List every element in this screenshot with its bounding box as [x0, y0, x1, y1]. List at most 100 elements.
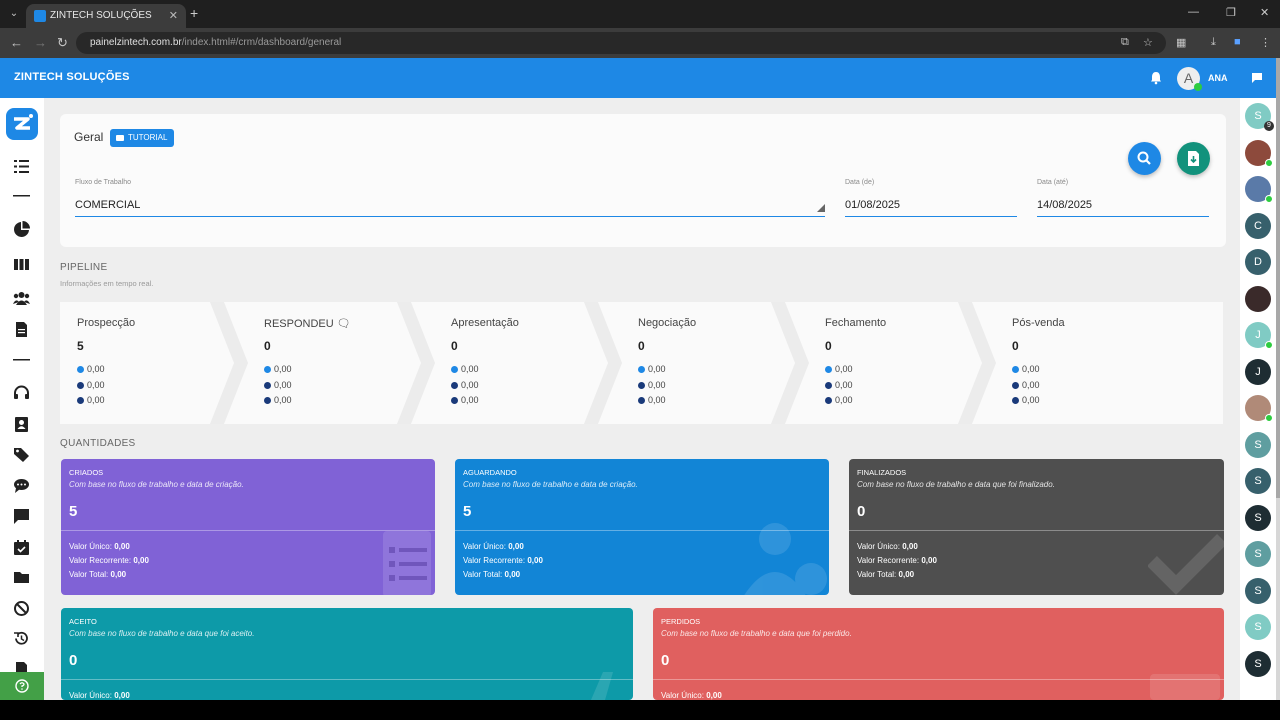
- stage-value: 0,00: [1022, 364, 1040, 374]
- contact-avatar[interactable]: S: [1245, 541, 1271, 567]
- document-icon[interactable]: [13, 321, 30, 338]
- tab-close-icon[interactable]: ✕: [169, 4, 178, 28]
- translate-icon[interactable]: ▦: [1176, 36, 1186, 49]
- contacts-sidebar: S9CDJJSSSSSSS: [1240, 98, 1276, 700]
- workflow-select[interactable]: COMERCIAL: [75, 199, 140, 211]
- tags-icon[interactable]: [13, 446, 30, 463]
- contact-avatar[interactable]: S: [1245, 614, 1271, 640]
- contact-avatar[interactable]: [1245, 395, 1273, 422]
- stage-value-row: 0,00: [264, 395, 292, 405]
- app-logo[interactable]: [6, 108, 38, 140]
- pie-chart-icon[interactable]: [13, 221, 30, 238]
- chat-icon[interactable]: [1251, 72, 1263, 84]
- contact-avatar[interactable]: S: [1245, 504, 1271, 531]
- tasks-icon[interactable]: [13, 158, 30, 175]
- user-name[interactable]: ANA: [1208, 73, 1228, 83]
- stage-count: 0: [1012, 339, 1019, 353]
- status-dot: [264, 381, 271, 389]
- kanban-icon[interactable]: [13, 256, 30, 273]
- minimize-icon[interactable]: —: [1188, 6, 1199, 18]
- message-icon[interactable]: [13, 508, 30, 525]
- value-amount: 0,00: [921, 556, 937, 565]
- install-icon[interactable]: ⧉: [1121, 36, 1129, 49]
- status-dot: [451, 366, 458, 373]
- thumbs-up-icon: [591, 672, 613, 700]
- card-title: CRIADOS: [69, 468, 104, 477]
- page-scrollbar[interactable]: [1276, 58, 1280, 700]
- contact-avatar[interactable]: S9: [1245, 103, 1274, 131]
- bell-icon[interactable]: [1149, 71, 1163, 85]
- quantity-card-perdidos[interactable]: PERDIDOS Com base no fluxo de trabalho e …: [653, 608, 1224, 700]
- pipeline-stage[interactable]: Pós-venda 0 0,00 0,00 0,00: [995, 302, 1182, 424]
- stage-value-row: 0,00: [638, 380, 666, 390]
- help-button[interactable]: [0, 672, 44, 700]
- card-value-row: Valor Recorrente: 0,00: [69, 556, 149, 565]
- page-title: Geral: [74, 130, 104, 144]
- history-icon[interactable]: [13, 630, 30, 647]
- app-root: ZINTECH SOLUÇÕES A ANA S9CDJJSSSSSSS Ger…: [0, 58, 1276, 700]
- stage-value-row: 0,00: [1012, 364, 1040, 374]
- comments-icon[interactable]: [13, 477, 30, 494]
- quantity-card-aceito[interactable]: ACEITO Com base no fluxo de trabalho e da…: [61, 608, 633, 700]
- contact-avatar[interactable]: S: [1245, 468, 1271, 494]
- card-title: ACEITO: [69, 617, 97, 626]
- users-icon[interactable]: [13, 290, 30, 307]
- folder-icon[interactable]: [13, 569, 30, 586]
- scrollbar-thumb[interactable]: [1276, 58, 1280, 498]
- browser-menu-icon[interactable]: ⋮: [1260, 36, 1271, 49]
- headset-icon[interactable]: [13, 385, 30, 402]
- close-window-icon[interactable]: ✕: [1260, 6, 1269, 19]
- quantity-card-criados[interactable]: CRIADOS Com base no fluxo de trabalho e d…: [61, 459, 435, 595]
- online-indicator: [1265, 195, 1273, 203]
- search-button[interactable]: [1128, 142, 1161, 175]
- contact-avatar[interactable]: J: [1245, 358, 1271, 385]
- card-count: 0: [661, 652, 670, 669]
- contact-avatar[interactable]: [1245, 176, 1273, 203]
- stage-chevron: [210, 302, 248, 424]
- export-button[interactable]: [1177, 142, 1210, 175]
- new-tab-icon[interactable]: +: [190, 5, 198, 21]
- contact-avatar[interactable]: S: [1245, 577, 1271, 604]
- stage-value: 0,00: [461, 364, 479, 374]
- contact-avatar[interactable]: S: [1245, 650, 1271, 677]
- browser-tab[interactable]: ZINTECH SOLUÇÕES ✕: [26, 4, 186, 28]
- quantities-title: QUANTIDADES: [60, 438, 136, 449]
- contact-avatar[interactable]: [1245, 139, 1273, 167]
- stage-value-row: 0,00: [638, 395, 666, 405]
- tab-search-icon[interactable]: ⌄: [6, 6, 22, 22]
- contact-avatar[interactable]: J: [1245, 322, 1273, 349]
- contact-initial: S: [1254, 475, 1262, 487]
- back-icon[interactable]: ←: [10, 35, 23, 50]
- value-amount: 0,00: [110, 570, 127, 579]
- date-from-input[interactable]: 01/08/2025: [845, 199, 900, 211]
- stage-name: Prospecção: [77, 317, 136, 329]
- tutorial-button[interactable]: TUTORIAL: [110, 129, 175, 147]
- card-title: PERDIDOS: [661, 617, 701, 626]
- quantity-card-finalizados[interactable]: FINALIZADOS Com base no fluxo de trabalho…: [849, 459, 1224, 595]
- reload-icon[interactable]: ↻: [57, 35, 68, 51]
- contact-avatar[interactable]: C: [1245, 212, 1271, 239]
- date-to-input[interactable]: 14/08/2025: [1037, 199, 1092, 211]
- forward-icon[interactable]: →: [34, 35, 47, 50]
- extension-icon[interactable]: ■: [1234, 36, 1241, 48]
- url-input[interactable]: painelzintech.com.br/index.html#/crm/das…: [76, 32, 1166, 54]
- bookmark-icon[interactable]: ☆: [1143, 36, 1153, 49]
- status-dot: [1012, 397, 1019, 404]
- contact-avatar[interactable]: S: [1245, 431, 1271, 458]
- stage-value-row: 0,00: [1012, 395, 1040, 405]
- dropdown-arrow-icon[interactable]: [817, 204, 825, 212]
- maximize-icon[interactable]: ❐: [1226, 6, 1236, 19]
- contact-avatar[interactable]: D: [1245, 249, 1271, 275]
- stage-value-row: 0,00: [264, 380, 292, 390]
- stage-count: 0: [451, 339, 458, 353]
- block-icon[interactable]: [13, 600, 30, 617]
- card-subtitle: Com base no fluxo de trabalho e data que…: [661, 629, 852, 638]
- contact-avatar[interactable]: [1245, 285, 1271, 312]
- contacts-icon[interactable]: [13, 416, 30, 433]
- quantity-card-aguardando[interactable]: AGUARDANDO Com base no fluxo de trabalho …: [455, 459, 829, 595]
- calendar-check-icon[interactable]: [13, 539, 30, 556]
- download-icon[interactable]: ⤓: [1211, 36, 1216, 49]
- stage-value: 0,00: [461, 379, 479, 390]
- status-dot: [77, 366, 84, 373]
- value-label: Valor Único:: [857, 542, 900, 551]
